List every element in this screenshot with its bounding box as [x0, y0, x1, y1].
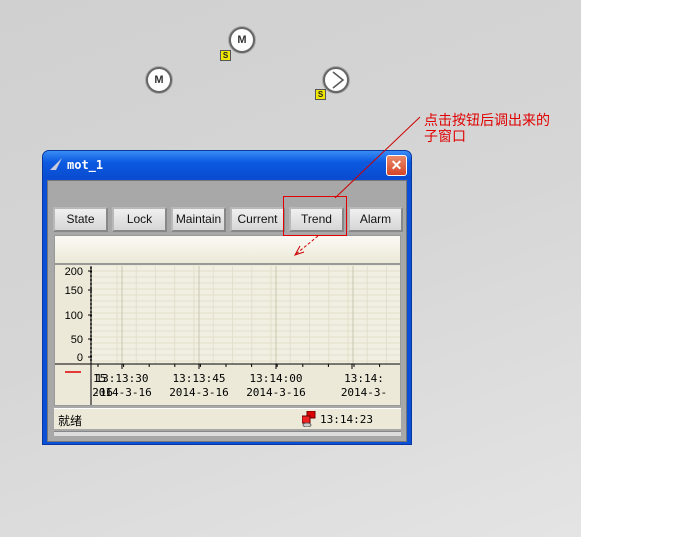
- annotation-arrows: [293, 116, 421, 256]
- annotation-line2: 子窗口: [424, 128, 466, 144]
- annotation-line1: 点击按钮后调出来的: [424, 112, 550, 128]
